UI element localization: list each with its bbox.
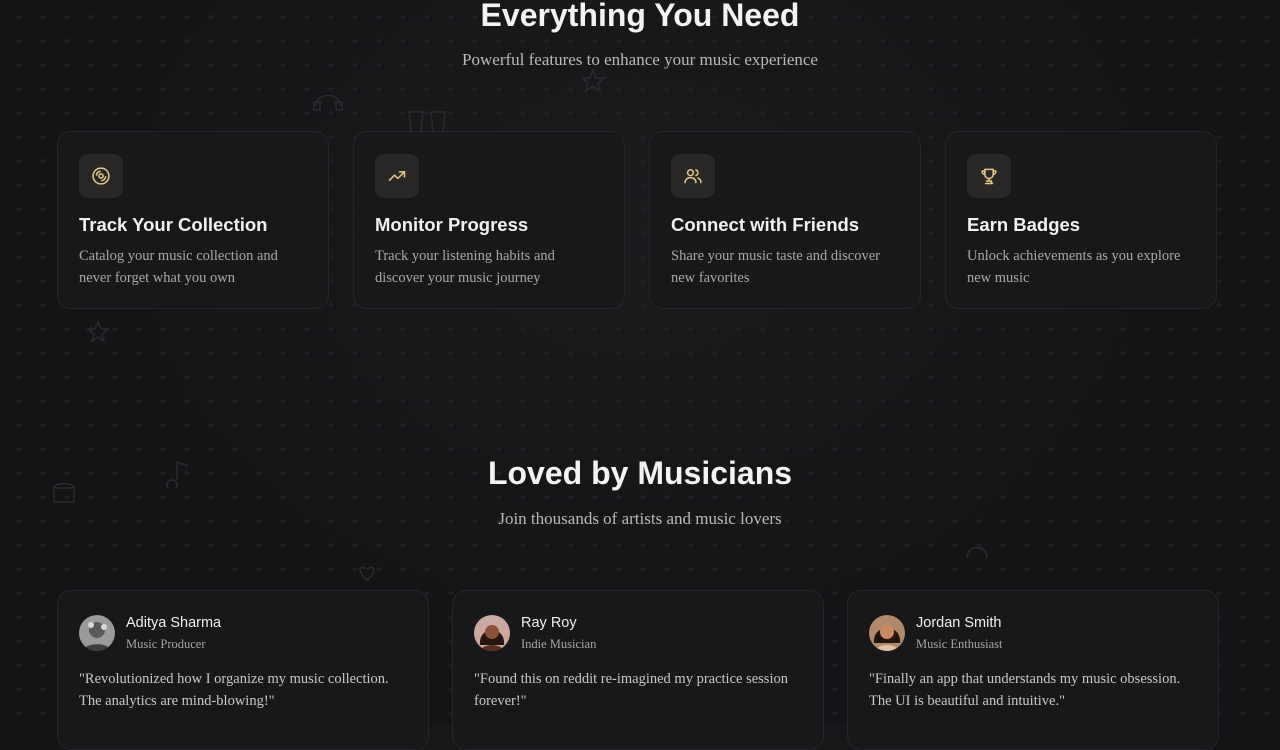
testimonial-quote: "Finally an app that understands my musi… — [869, 671, 1181, 709]
avatar — [474, 615, 510, 651]
testimonial-name: Ray Roy — [521, 615, 577, 631]
avatar — [79, 615, 115, 651]
headphones-doodle-icon — [313, 94, 343, 111]
trending-up-icon — [375, 154, 419, 198]
testimonials-title: Loved by Musicians — [487, 455, 793, 491]
feature-title: Track Your Collection — [79, 214, 268, 235]
feature-description: Track your listening habits and discover… — [375, 248, 555, 286]
testimonial-role: Indie Musician — [521, 637, 597, 651]
testimonial-card: Ray Roy Indie Musician "Found this on re… — [452, 590, 824, 750]
feature-title: Monitor Progress — [375, 214, 529, 235]
feature-card-badges: Earn Badges Unlock achievements as you e… — [945, 131, 1217, 309]
trophy-icon — [967, 154, 1011, 198]
testimonial-card: Jordan Smith Music Enthusiast "Finally a… — [847, 590, 1219, 750]
features-subtitle: Powerful features to enhance your music … — [462, 50, 818, 69]
testimonial-name: Jordan Smith — [916, 615, 1002, 631]
testimonial-quote: "Revolutionized how I organize my music … — [79, 671, 389, 709]
testimonial-role: Music Producer — [126, 637, 206, 651]
features-title: Everything You Need — [480, 0, 800, 33]
star-doodle-icon — [580, 68, 606, 93]
users-icon — [671, 154, 715, 198]
disc-icon — [79, 154, 123, 198]
heart-doodle-icon — [359, 566, 375, 581]
feature-description: Catalog your music collection and never … — [79, 248, 278, 286]
testimonials-subtitle: Join thousands of artists and music love… — [498, 509, 782, 528]
feature-card-progress: Monitor Progress Track your listening ha… — [353, 131, 625, 309]
testimonial-name: Aditya Sharma — [126, 615, 222, 631]
feature-description: Share your music taste and discover new … — [671, 248, 880, 286]
testimonial-card: Aditya Sharma Music Producer "Revolution… — [57, 590, 429, 750]
testimonial-role: Music Enthusiast — [916, 637, 1003, 651]
star-doodle-icon — [86, 320, 110, 343]
feature-card-collection: Track Your Collection Catalog your music… — [57, 131, 329, 309]
testimonial-quote: "Found this on reddit re-imagined my pra… — [474, 671, 788, 709]
headphones-doodle-icon — [966, 546, 988, 559]
avatar — [869, 615, 905, 651]
feature-description: Unlock achievements as you explore new m… — [967, 248, 1181, 286]
feature-title: Earn Badges — [967, 214, 1081, 235]
feature-title: Connect with Friends — [671, 214, 860, 235]
feature-card-friends: Connect with Friends Share your music ta… — [649, 131, 921, 309]
